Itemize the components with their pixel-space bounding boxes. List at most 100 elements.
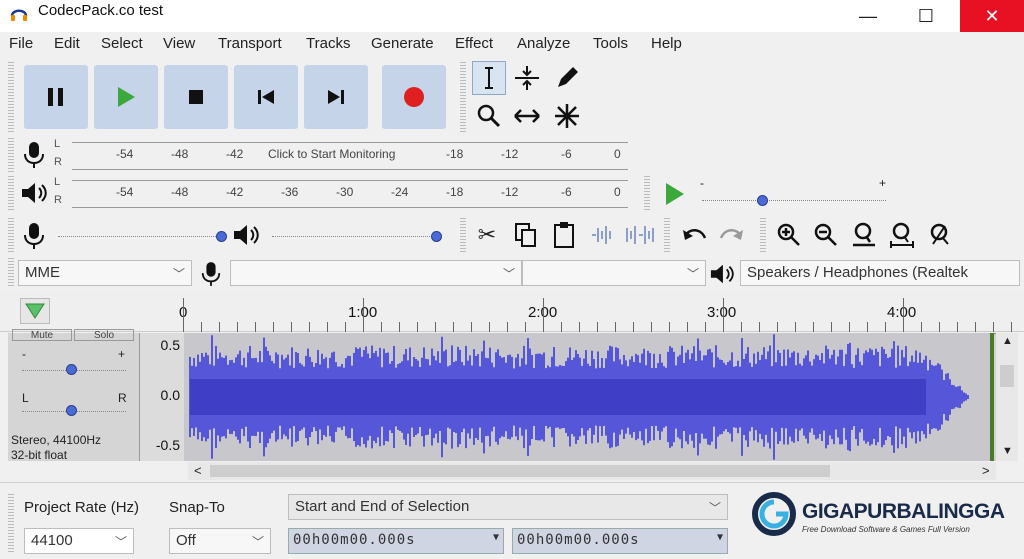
- undo-icon[interactable]: [680, 220, 710, 250]
- playback-volume-slider[interactable]: [272, 236, 438, 237]
- menu-effect[interactable]: Effect: [455, 35, 493, 52]
- waveform-display[interactable]: [184, 333, 990, 461]
- device-grip[interactable]: [8, 258, 14, 288]
- time-shift-tool-icon[interactable]: [510, 99, 544, 133]
- scroll-up-icon[interactable]: ▲: [1002, 335, 1013, 347]
- menu-transport[interactable]: Transport: [218, 35, 282, 52]
- menu-edit[interactable]: Edit: [54, 35, 80, 52]
- timeline-tick: [957, 322, 958, 332]
- start-monitoring-text[interactable]: Click to Start Monitoring: [268, 147, 395, 161]
- trim-audio-icon[interactable]: [588, 220, 618, 250]
- menu-generate[interactable]: Generate: [371, 35, 434, 52]
- meter-tick: -54: [116, 185, 134, 199]
- timeline-tick: [471, 322, 472, 332]
- timeline-tick: [651, 322, 652, 332]
- title-bar: CodecPack.co test — ☐ ✕: [0, 0, 1024, 32]
- minimize-button[interactable]: —: [845, 0, 891, 32]
- timeline-tick: [453, 322, 454, 332]
- gigapurbalingga-logo-icon: [752, 492, 796, 536]
- vertical-scroll-thumb[interactable]: [1000, 365, 1014, 387]
- cut-icon[interactable]: ✂: [472, 220, 502, 250]
- fit-selection-icon[interactable]: [849, 220, 879, 250]
- record-volume-slider[interactable]: [58, 236, 224, 237]
- meter-tick: -54: [116, 147, 134, 161]
- selection-start-time[interactable]: 00h00m00.000s ▼: [288, 528, 504, 554]
- solo-button[interactable]: Solo: [74, 329, 134, 341]
- play-meter-grip[interactable]: [8, 176, 14, 210]
- timeline-tick: [363, 298, 364, 332]
- recording-channels-select[interactable]: ﹀: [522, 260, 706, 286]
- project-rate-value: 44100: [31, 532, 73, 549]
- pan-knob[interactable]: [66, 405, 77, 416]
- vertical-scrollbar[interactable]: ▲ ▼: [996, 333, 1018, 461]
- mute-button[interactable]: Mute: [12, 329, 72, 341]
- menu-view[interactable]: View: [163, 35, 195, 52]
- record-button[interactable]: [382, 65, 446, 129]
- undo-grip[interactable]: [664, 218, 670, 252]
- fit-project-icon[interactable]: [887, 220, 917, 250]
- playback-volume-knob[interactable]: [431, 231, 442, 242]
- envelope-tool-icon[interactable]: [510, 61, 544, 95]
- edit-grip[interactable]: [460, 218, 466, 252]
- stop-button[interactable]: [164, 65, 228, 129]
- horizontal-scroll-thumb[interactable]: [210, 465, 830, 477]
- silence-audio-icon[interactable]: [625, 220, 655, 250]
- rec-meter-grip[interactable]: [8, 138, 14, 172]
- audio-host-select[interactable]: MME ﹀: [18, 260, 192, 286]
- scroll-right-icon[interactable]: >: [982, 463, 990, 478]
- speed-minus-label: -: [700, 176, 704, 190]
- menu-file[interactable]: File: [9, 35, 33, 52]
- timeline-tick: [435, 322, 436, 332]
- toolbar-grip[interactable]: [8, 62, 14, 132]
- logo-tagline: Free Download Software & Games Full Vers…: [802, 525, 970, 534]
- scroll-down-icon[interactable]: ▼: [1002, 445, 1013, 457]
- track-control-panel[interactable]: Mute Solo - + L R Stereo, 44100Hz 32-bit…: [8, 329, 140, 461]
- mixer-grip[interactable]: [8, 218, 14, 252]
- playback-speed-knob[interactable]: [757, 195, 768, 206]
- maximize-button[interactable]: ☐: [903, 0, 949, 32]
- play-speed-grip[interactable]: [644, 176, 650, 210]
- draw-tool-icon[interactable]: [550, 61, 584, 95]
- timeline-tick: [741, 322, 742, 332]
- close-button[interactable]: ✕: [960, 0, 1024, 32]
- zoom-tool-icon[interactable]: [472, 99, 506, 133]
- multi-tool-icon[interactable]: [550, 99, 584, 133]
- timeline-tick: [525, 322, 526, 332]
- timeline-tick: [399, 322, 400, 332]
- zoom-toggle-icon[interactable]: [925, 220, 955, 250]
- paste-icon[interactable]: [549, 220, 579, 250]
- play-at-speed-button[interactable]: [656, 178, 692, 210]
- gain-knob[interactable]: [66, 364, 77, 375]
- menu-help[interactable]: Help: [651, 35, 682, 52]
- timeline-tick: [867, 322, 868, 332]
- snap-to-select[interactable]: Off ﹀: [169, 528, 271, 554]
- playback-device-select[interactable]: Speakers / Headphones (Realtek: [740, 260, 1020, 286]
- playback-meter[interactable]: L R -54 -48 -42 -36 -30 -24 -18 -12 -6 0: [54, 176, 628, 212]
- playback-speed-slider[interactable]: [702, 200, 886, 201]
- scroll-left-icon[interactable]: <: [194, 463, 202, 478]
- skip-to-start-button[interactable]: [234, 65, 298, 129]
- zoom-out-icon[interactable]: [811, 220, 841, 250]
- redo-icon[interactable]: [716, 220, 746, 250]
- zoom-in-icon[interactable]: [774, 220, 804, 250]
- menu-tracks[interactable]: Tracks: [306, 35, 350, 52]
- copy-icon[interactable]: [511, 220, 541, 250]
- menu-select[interactable]: Select: [101, 35, 143, 52]
- selection-tool-icon[interactable]: [472, 61, 506, 95]
- menu-tools[interactable]: Tools: [593, 35, 628, 52]
- zoom-grip[interactable]: [760, 218, 766, 252]
- skip-to-end-button[interactable]: [304, 65, 368, 129]
- recording-meter[interactable]: L R -54 -48 -42 Click to Start Monitorin…: [54, 138, 628, 174]
- recording-device-select[interactable]: ﹀: [230, 260, 522, 286]
- timeline-ruler[interactable]: 0 1:00 2:00 3:00 4:00: [0, 292, 1024, 332]
- horizontal-scrollbar[interactable]: < >: [188, 462, 996, 480]
- project-rate-select[interactable]: 44100 ﹀: [24, 528, 134, 554]
- pause-button[interactable]: [24, 65, 88, 129]
- selection-end-time[interactable]: 00h00m00.000s ▼: [512, 528, 728, 554]
- record-volume-knob[interactable]: [216, 231, 227, 242]
- tools-grip[interactable]: [460, 62, 466, 132]
- selection-mode-select[interactable]: Start and End of Selection ﹀: [288, 494, 728, 520]
- menu-analyze[interactable]: Analyze: [517, 35, 570, 52]
- selection-grip[interactable]: [8, 494, 14, 554]
- play-button[interactable]: [94, 65, 158, 129]
